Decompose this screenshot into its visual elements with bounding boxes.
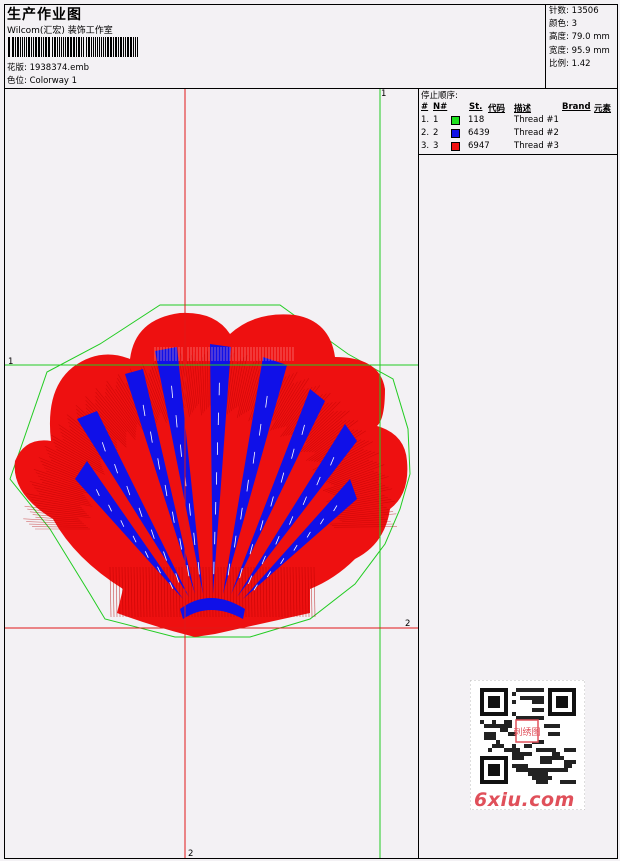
stat-height: 高度: 79.0 mm — [549, 32, 610, 43]
stop-table-divider — [418, 154, 618, 155]
watermark-logo: 6xiu.com — [474, 789, 575, 811]
col-n: N# — [433, 102, 448, 112]
col-st: St. — [469, 102, 483, 112]
guide-label-horizontal-green: 1 — [8, 357, 14, 367]
col-brand: Brand — [562, 102, 591, 112]
design-label: 花版: — [7, 63, 27, 73]
embroidery-shell — [9, 304, 411, 638]
design-file: 1938374.emb — [29, 63, 90, 73]
colorway-line: 色位: Colorway 1 — [7, 74, 77, 86]
design-stats: 针数: 13506 颜色: 3 高度: 79.0 mm 宽度: 95.9 mm … — [549, 5, 610, 71]
col-code: 代码 — [488, 104, 506, 114]
col-desc: 描述 — [514, 104, 532, 114]
thread-row: 2. 2 6439 Thread #2 — [421, 128, 559, 138]
stat-width: 宽度: 95.9 mm — [549, 45, 610, 56]
colorway-value: Colorway 1 — [29, 76, 78, 86]
guide-label-vertical-red: 2 — [188, 849, 194, 859]
stat-stitches: 针数: 13506 — [549, 6, 599, 16]
design-preview — [5, 89, 418, 858]
stop-sequence-title: 停止顺序: — [421, 91, 458, 101]
stat-colors: 颜色: 3 — [549, 19, 577, 30]
thread-swatch — [451, 142, 460, 151]
stats-divider — [545, 4, 546, 88]
barcode — [8, 37, 138, 57]
stat-scale: 比例: 1.42 — [549, 58, 591, 69]
col-num: # — [421, 102, 429, 112]
company-name: Wilcom(汇宏) 装饰工作室 — [7, 26, 113, 36]
thread-row: 3. 3 6947 Thread #3 — [421, 141, 559, 151]
page-title: 生产作业图 — [7, 7, 82, 23]
guide-label-horizontal-red: 2 — [405, 619, 411, 629]
col-element: 元素 — [594, 104, 612, 114]
colorway-label: 色位: — [7, 76, 27, 86]
thread-swatch — [451, 129, 460, 138]
thread-row: 1. 1 118 Thread #1 — [421, 115, 559, 125]
panel-divider — [418, 89, 419, 858]
design-file-line: 花版: 1938374.emb — [7, 61, 89, 73]
thread-swatch — [451, 116, 460, 125]
guide-label-vertical-green: 1 — [381, 89, 387, 99]
qr-badge: 刺绣图 — [513, 726, 540, 738]
